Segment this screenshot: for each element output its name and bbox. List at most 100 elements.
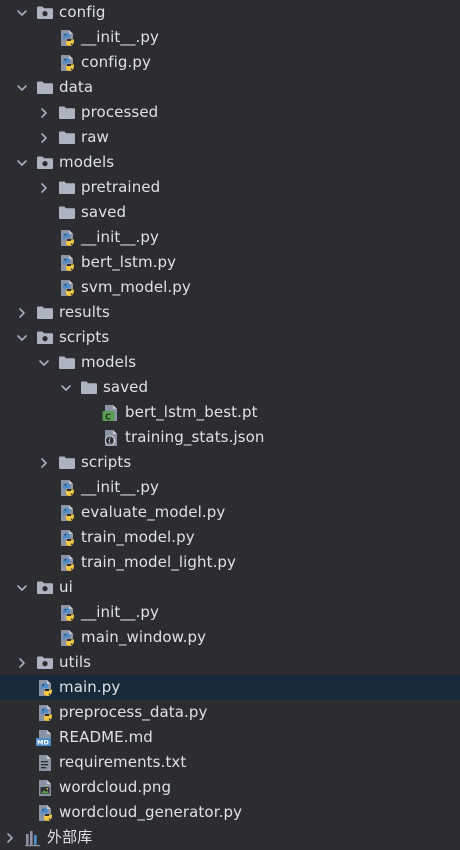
tree-item-label: svm_model.py: [81, 278, 191, 296]
tree-row[interactable]: pretrained: [0, 175, 460, 200]
tree-item-label: scripts: [81, 453, 132, 471]
folder-icon: [58, 179, 76, 197]
tree-item-label: saved: [81, 203, 127, 221]
tree-row[interactable]: ui: [0, 575, 460, 600]
folder-icon: [36, 79, 54, 97]
tree-row[interactable]: bert_lstm.py: [0, 250, 460, 275]
chevron-right-icon[interactable]: [14, 655, 30, 671]
chevron-right-icon[interactable]: [14, 305, 30, 321]
library-icon: [24, 829, 42, 847]
chevron-right-icon[interactable]: [36, 180, 52, 196]
tree-row[interactable]: raw: [0, 125, 460, 150]
folder-icon: [58, 354, 76, 372]
python-file-icon: [58, 604, 76, 622]
tree-row[interactable]: utils: [0, 650, 460, 675]
tree-row[interactable]: saved: [0, 200, 460, 225]
tree-row[interactable]: wordcloud_generator.py: [0, 800, 460, 825]
python-file-icon: [58, 504, 76, 522]
tree-row[interactable]: svm_model.py: [0, 275, 460, 300]
python-file-icon: [58, 629, 76, 647]
python-file-icon: [58, 54, 76, 72]
tree-row[interactable]: processed: [0, 100, 460, 125]
tree-item-label: __init__.py: [81, 603, 159, 621]
tree-row[interactable]: requirements.txt: [0, 750, 460, 775]
tree-row[interactable]: main.py: [0, 675, 460, 700]
chevron-down-icon[interactable]: [14, 80, 30, 96]
chevron-down-icon[interactable]: [14, 330, 30, 346]
tree-row[interactable]: models: [0, 150, 460, 175]
tree-row[interactable]: scripts: [0, 325, 460, 350]
svg-text:MD: MD: [37, 738, 49, 746]
chevron-down-icon[interactable]: [14, 580, 30, 596]
folder-icon: [58, 129, 76, 147]
tree-item-label: 外部库: [47, 828, 93, 846]
python-file-icon: [58, 554, 76, 572]
tree-item-label: models: [81, 353, 137, 371]
tree-row[interactable]: __init__.py: [0, 25, 460, 50]
chevron-right-icon[interactable]: [36, 130, 52, 146]
python-file-icon: [58, 29, 76, 47]
tree-item-label: config.py: [81, 53, 151, 71]
module-folder-icon: [36, 579, 54, 597]
tree-row[interactable]: evaluate_model.py: [0, 500, 460, 525]
chevron-down-icon[interactable]: [14, 155, 30, 171]
tree-row[interactable]: 外部库: [0, 825, 460, 850]
tree-item-label: wordcloud_generator.py: [59, 803, 243, 821]
tree-row[interactable]: {} training_stats.json: [0, 425, 460, 450]
chevron-right-icon[interactable]: [36, 105, 52, 121]
module-folder-icon: [36, 654, 54, 672]
tree-item-label: train_model.py: [81, 528, 195, 546]
module-folder-icon: [36, 329, 54, 347]
chevron-down-icon[interactable]: [36, 355, 52, 371]
python-file-icon: [36, 679, 54, 697]
json-file-icon: {}: [102, 429, 120, 447]
tree-item-label: raw: [81, 128, 109, 146]
tree-row[interactable]: __init__.py: [0, 225, 460, 250]
python-file-icon: [58, 479, 76, 497]
tree-row[interactable]: train_model.py: [0, 525, 460, 550]
tree-row[interactable]: main_window.py: [0, 625, 460, 650]
tree-row[interactable]: config: [0, 0, 460, 25]
tree-row[interactable]: __init__.py: [0, 600, 460, 625]
tree-item-label: scripts: [59, 328, 110, 346]
tree-row[interactable]: models: [0, 350, 460, 375]
folder-icon: [58, 204, 76, 222]
chevron-right-icon[interactable]: [2, 830, 18, 846]
python-file-icon: [58, 254, 76, 272]
chevron-right-icon[interactable]: [36, 455, 52, 471]
folder-icon: [80, 379, 98, 397]
tree-row[interactable]: saved: [0, 375, 460, 400]
chevron-down-icon[interactable]: [14, 5, 30, 21]
tree-item-label: preprocess_data.py: [59, 703, 208, 721]
tree-row[interactable]: Cbert_lstm_best.pt: [0, 400, 460, 425]
tree-row[interactable]: MD README.md: [0, 725, 460, 750]
tree-item-label: models: [59, 153, 115, 171]
tree-item-label: results: [59, 303, 110, 321]
tree-row[interactable]: data: [0, 75, 460, 100]
tree-item-label: bert_lstm_best.pt: [125, 403, 258, 421]
tree-row[interactable]: results: [0, 300, 460, 325]
tree-item-label: train_model_light.py: [81, 553, 237, 571]
tree-item-label: main.py: [59, 678, 121, 696]
python-file-icon: [36, 804, 54, 822]
chevron-down-icon[interactable]: [58, 380, 74, 396]
tree-item-label: training_stats.json: [125, 428, 265, 446]
text-file-icon: [36, 754, 54, 772]
tree-row[interactable]: wordcloud.png: [0, 775, 460, 800]
svg-text:C: C: [105, 412, 111, 421]
tree-row[interactable]: __init__.py: [0, 475, 460, 500]
tree-row[interactable]: scripts: [0, 450, 460, 475]
tree-row[interactable]: train_model_light.py: [0, 550, 460, 575]
tree-row[interactable]: config.py: [0, 50, 460, 75]
tree-row[interactable]: preprocess_data.py: [0, 700, 460, 725]
tree-item-label: wordcloud.png: [59, 778, 172, 796]
